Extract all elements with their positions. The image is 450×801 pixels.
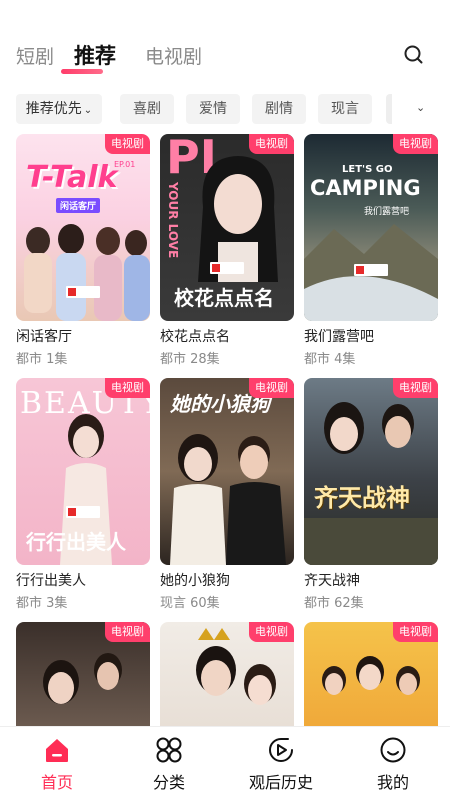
studio-logo: [210, 262, 244, 274]
drama-card[interactable]: 电视剧 她的小狼狗 她的小狼狗 现言 60集: [160, 378, 294, 611]
nav-history[interactable]: 观后历史: [236, 735, 326, 793]
drama-card[interactable]: 电视剧 PL YOUR LOVE 校花点点名 校花点点名 都市 28集: [160, 134, 294, 367]
poster-vertical-text: YOUR LOVE: [166, 182, 180, 259]
tv-series-badge: 电视剧: [105, 134, 150, 154]
card-title: 她的小狼狗: [160, 573, 230, 589]
card-title: 闲话客厅: [16, 329, 72, 345]
app-root: 短剧 推荐 电视剧 推荐优先 ⌄ 喜剧 爱情 剧情 现言 ⌄ 电视剧 T-Tal…: [0, 0, 450, 801]
card-title: 校花点点名: [160, 329, 230, 345]
category-icon: [156, 737, 182, 763]
drama-card[interactable]: 电视剧 BEAUTY 行行出美人 行行出美人 都市 3集: [16, 378, 150, 611]
tv-series-badge: 电视剧: [393, 378, 438, 398]
studio-logo: [66, 506, 100, 518]
nav-history-label: 观后历史: [248, 773, 313, 792]
filter-sort-label: 推荐优先: [25, 101, 82, 117]
poster-image: 电视剧 她的小狼狗: [160, 378, 294, 565]
poster-title: 齐天战神: [314, 484, 410, 512]
poster-image: 电视剧: [16, 622, 150, 726]
poster-couple-illustration: [170, 434, 286, 565]
poster-logo-text: T-Talk: [26, 160, 118, 195]
drama-card[interactable]: 电视剧 齐天战神 齐天战神 都市 62集: [304, 378, 438, 611]
filter-more-button[interactable]: ⌄: [386, 94, 450, 124]
poster-people-illustration: [24, 224, 150, 321]
card-title: 齐天战神: [304, 573, 360, 589]
chip-fade: [386, 94, 392, 124]
filter-bar: 推荐优先 ⌄ 喜剧 爱情 剧情 现言 ⌄: [0, 92, 450, 126]
poster-title: 校花点点名: [174, 286, 274, 310]
filter-chip-drama[interactable]: 剧情: [252, 94, 306, 124]
bottom-navigation: 首页 分类 观后历史 我的: [0, 726, 450, 801]
studio-logo: [354, 264, 388, 276]
tv-series-badge: 电视剧: [105, 378, 150, 398]
drama-card[interactable]: 电视剧: [16, 622, 150, 726]
nav-home[interactable]: 首页: [12, 735, 102, 793]
nav-category[interactable]: 分类: [124, 735, 214, 793]
history-play-icon: [269, 738, 293, 762]
card-title: 我们露营吧: [304, 329, 374, 345]
drama-card[interactable]: 电视剧: [304, 622, 438, 726]
studio-logo: [66, 286, 100, 298]
card-meta: 都市 28集: [160, 352, 220, 367]
chevron-down-icon: ⌄: [416, 101, 426, 114]
poster-episode: EP.01: [114, 160, 136, 169]
tab-short-drama[interactable]: 短剧: [16, 42, 54, 69]
card-meta: 都市 1集: [16, 352, 68, 367]
nav-home-label: 首页: [40, 773, 73, 792]
tv-series-badge: 电视剧: [393, 134, 438, 154]
poster-image: 电视剧 T-Talk 闲话客厅 EP.01: [16, 134, 150, 321]
card-meta: 都市 62集: [304, 596, 364, 611]
filter-chip-romance[interactable]: 爱情: [186, 94, 240, 124]
chevron-down-icon: ⌄: [83, 105, 93, 116]
poster-logo-text: CAMPING: [310, 176, 421, 200]
card-meta: 都市 3集: [16, 596, 68, 611]
poster-image: 电视剧: [304, 622, 438, 726]
search-icon: [404, 45, 423, 64]
poster-title: 行行出美人: [26, 530, 126, 554]
poster-image: 电视剧 LET'S GO CAMPING 我们露营吧: [304, 134, 438, 321]
profile-icon: [380, 737, 406, 763]
top-bar: 短剧 推荐 电视剧: [0, 0, 450, 80]
search-button[interactable]: [401, 42, 427, 68]
nav-category-label: 分类: [152, 773, 185, 792]
card-meta: 都市 4集: [304, 352, 356, 367]
poster-image: 电视剧: [160, 622, 294, 726]
card-title: 行行出美人: [16, 573, 86, 589]
home-icon: [46, 739, 68, 762]
tv-series-badge: 电视剧: [393, 622, 438, 642]
filter-sort-dropdown[interactable]: 推荐优先 ⌄: [16, 94, 102, 124]
nav-profile[interactable]: 我的: [348, 735, 438, 793]
poster-image: 电视剧 BEAUTY 行行出美人: [16, 378, 150, 565]
tab-tv-series[interactable]: 电视剧: [145, 42, 202, 69]
drama-card[interactable]: 电视剧: [160, 622, 294, 726]
poster-image: 电视剧 齐天战神: [304, 378, 438, 565]
filter-chip-comedy[interactable]: 喜剧: [120, 94, 174, 124]
poster-image: 电视剧 PL YOUR LOVE 校花点点名: [160, 134, 294, 321]
nav-profile-label: 我的: [376, 773, 409, 792]
poster-cast-illustration: [304, 402, 438, 565]
tv-series-badge: 电视剧: [249, 134, 294, 154]
tv-series-badge: 电视剧: [105, 622, 150, 642]
tab-recommend[interactable]: 推荐: [74, 40, 116, 70]
poster-subtitle: 闲话客厅: [56, 198, 101, 213]
active-tab-indicator: [61, 69, 103, 74]
tv-series-badge: 电视剧: [249, 622, 294, 642]
poster-subtitle: LET'S GO: [342, 164, 393, 175]
drama-card[interactable]: 电视剧 LET'S GO CAMPING 我们露营吧 我们露营吧 都市 4集: [304, 134, 438, 367]
tv-series-badge: 电视剧: [249, 378, 294, 398]
drama-card[interactable]: 电视剧 T-Talk 闲话客厅 EP.01 闲话客厅 都市 1集: [16, 134, 150, 367]
filter-chip-modern-romance[interactable]: 现言: [318, 94, 372, 124]
card-meta: 现言 60集: [160, 596, 220, 611]
poster-small-title: 我们露营吧: [364, 207, 410, 217]
